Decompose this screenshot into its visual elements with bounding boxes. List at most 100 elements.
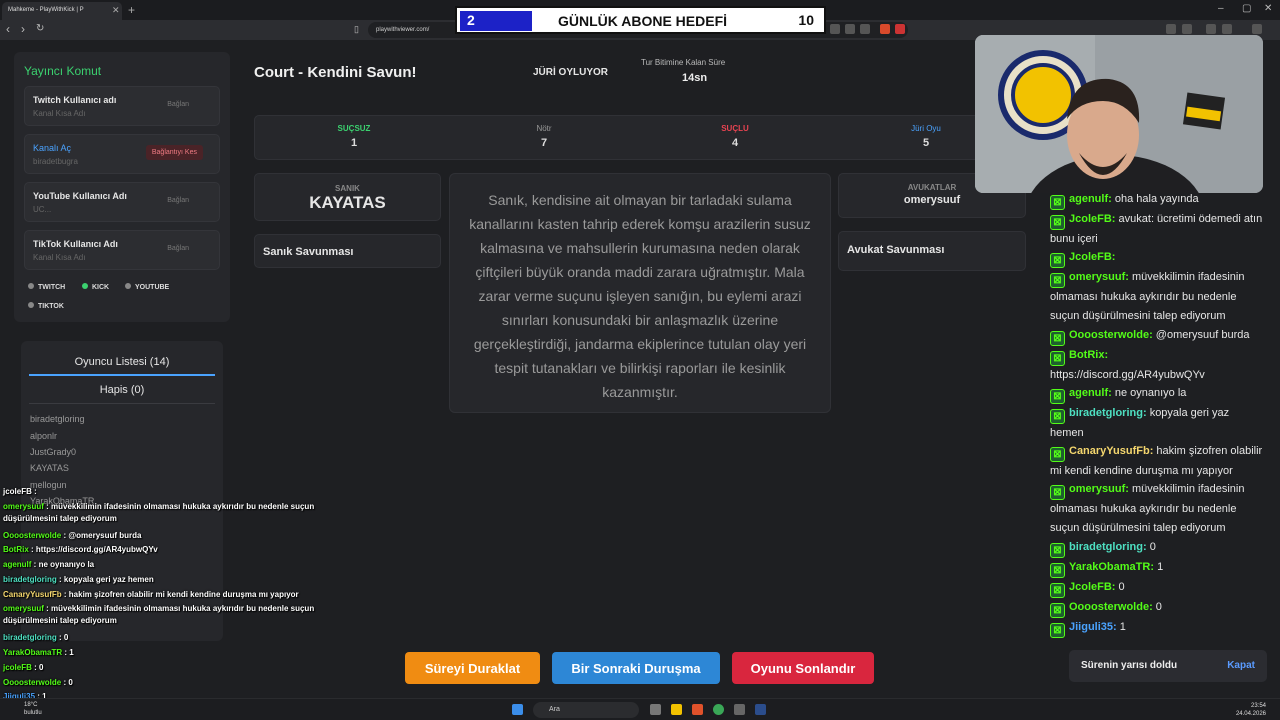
weather-desc: bulutlu xyxy=(24,710,42,716)
chat-text: 1 xyxy=(1119,621,1126,633)
overlay-chat-message: biradetgloring : 0 xyxy=(3,633,69,642)
chat-username[interactable]: omerysuuf xyxy=(1069,483,1125,495)
kick-badge-icon: ⊠ xyxy=(1050,563,1065,578)
platform-twitch: TWITCH xyxy=(28,283,65,291)
overlay-chat-text: 0 xyxy=(63,633,69,642)
player-item[interactable]: KAYATAS xyxy=(30,463,69,473)
chat-text: @omerysuuf burda xyxy=(1155,329,1250,341)
steam-icon[interactable] xyxy=(755,704,766,715)
accused-name: KAYATAS xyxy=(309,193,386,212)
next-hearing-button[interactable]: Bir Sonraki Duruşma xyxy=(552,652,720,684)
reload-icon[interactable]: ↻ xyxy=(36,23,44,34)
app-icon[interactable] xyxy=(734,704,745,715)
tiktok-channel-input[interactable]: Kanal Kısa Adı xyxy=(33,253,85,262)
chrome-icon[interactable] xyxy=(713,704,724,715)
search-icon[interactable] xyxy=(845,24,855,34)
task-view-icon[interactable] xyxy=(650,704,661,715)
page-title: Court - Kendini Savun! xyxy=(254,64,417,81)
chat-username[interactable]: Jiiguli35 xyxy=(1069,621,1113,633)
chat-username[interactable]: YarakObamaTR xyxy=(1069,561,1150,573)
chat-username[interactable]: JcoleFB xyxy=(1069,213,1112,225)
kick-channel-input[interactable]: biradetbugra xyxy=(33,157,78,166)
forward-icon[interactable]: › xyxy=(21,22,25,36)
brave-icon[interactable] xyxy=(692,704,703,715)
overlay-chat-username: BotRix xyxy=(3,545,29,554)
sidebar-icon[interactable] xyxy=(1206,24,1216,34)
tiktok-label: TikTok Kullanıcı Adı xyxy=(33,239,118,249)
toast-close-button[interactable]: Kapat xyxy=(1227,660,1255,671)
extension-icon[interactable] xyxy=(1182,24,1192,34)
lawyer-defense-card[interactable]: Avukat Savunması xyxy=(838,231,1026,271)
chat-username[interactable]: JcoleFB xyxy=(1069,581,1112,593)
youtube-channel-input[interactable]: UC... xyxy=(33,205,51,214)
chat-username[interactable]: agenulf xyxy=(1069,387,1108,399)
extension-icon[interactable] xyxy=(1166,24,1176,34)
stat-jury-votes: Jüri Oyu 5 xyxy=(911,124,941,149)
minimize-icon[interactable]: – xyxy=(1218,3,1224,14)
zoom-icon[interactable] xyxy=(830,24,840,34)
windows-start-icon[interactable] xyxy=(512,704,523,715)
taskbar-search[interactable]: Ara xyxy=(533,702,639,718)
tiktok-account: TikTok Kullanıcı Adı Kanal Kısa Adı Bağl… xyxy=(24,230,220,270)
phase-status: JÜRİ OYLUYOR xyxy=(533,67,609,78)
end-game-button[interactable]: Oyunu Sonlandır xyxy=(732,652,874,684)
chat-username[interactable]: JcoleFB xyxy=(1069,251,1112,263)
stat-innocent: SUÇSUZ 1 xyxy=(337,124,371,149)
youtube-connect-button[interactable]: Bağlan xyxy=(167,197,189,204)
maximize-icon[interactable]: ▢ xyxy=(1242,3,1251,14)
player-item[interactable]: JustGrady0 xyxy=(30,447,76,457)
weather-widget[interactable]: 18°C bulutlu xyxy=(24,701,42,717)
chat-message: ⊠ Oooosterwolde: 0 xyxy=(1050,598,1265,618)
accused-card: SANIK KAYATAS xyxy=(254,173,441,221)
brave-shield-icon[interactable] xyxy=(880,24,890,34)
chat-message: ⊠ omerysuuf: müvekkilimin ifadesinin olma… xyxy=(1050,483,1245,534)
chat-message: ⊠ Jiiguli35: 1 xyxy=(1050,618,1265,638)
tab-jail[interactable]: Hapis (0) xyxy=(21,384,223,396)
wallet-icon[interactable] xyxy=(1222,24,1232,34)
new-tab-icon[interactable]: + xyxy=(128,3,135,17)
chat-username[interactable]: biradetgloring xyxy=(1069,541,1143,553)
chat-username[interactable]: agenulf xyxy=(1069,193,1108,205)
accused-defense-card[interactable]: Sanık Savunması xyxy=(254,234,441,268)
chat-username[interactable]: biradetgloring xyxy=(1069,407,1143,419)
webcam-overlay xyxy=(975,35,1263,193)
overlay-chat-message: Oooosterwolde : @omerysuuf burda xyxy=(3,531,142,540)
chat-message: ⊠ JcoleFB: avukat: ücretimi ödemedi atın … xyxy=(1050,213,1263,245)
overlay-chat-text: 0 xyxy=(68,678,73,687)
goal-title: GÜNLÜK ABONE HEDEFİ xyxy=(557,13,728,29)
timer-value: 14sn xyxy=(682,72,708,84)
back-icon[interactable]: ‹ xyxy=(6,22,10,36)
chat-username[interactable]: BotRix xyxy=(1069,349,1104,361)
share-icon[interactable] xyxy=(860,24,870,34)
chat-username[interactable]: omerysuuf xyxy=(1069,271,1125,283)
platform-tiktok: TIKTOK xyxy=(28,302,64,310)
kick-open-channel-link[interactable]: Kanalı Aç xyxy=(33,143,71,153)
clock-date: 24.04.2026 xyxy=(1235,711,1266,717)
menu-icon[interactable] xyxy=(1252,24,1262,34)
chat-username[interactable]: CanaryYusufFb xyxy=(1069,445,1150,457)
tab-player-list[interactable]: Oyuncu Listesi (14) xyxy=(21,356,223,368)
status-dot-icon xyxy=(125,283,131,289)
chat-message: ⊠ biradetgloring: 0 xyxy=(1050,538,1265,558)
kick-disconnect-button[interactable]: Bağlantıyı Kes xyxy=(145,145,203,160)
player-item[interactable]: alponlr xyxy=(30,431,57,441)
twitch-channel-input[interactable]: Kanal Kısa Adı xyxy=(33,109,85,118)
kick-badge-icon: ⊠ xyxy=(1050,583,1065,598)
player-item[interactable]: biradetgloring xyxy=(30,414,85,424)
bookmark-icon[interactable]: ▯ xyxy=(354,24,359,35)
twitch-connect-button[interactable]: Bağlan xyxy=(167,101,189,108)
file-explorer-icon[interactable] xyxy=(671,704,682,715)
close-icon[interactable]: ✕ xyxy=(112,5,120,16)
pause-timer-button[interactable]: Süreyi Duraklat xyxy=(405,652,540,684)
browser-tab[interactable]: Mahkeme - PlayWithKick | P ✕ xyxy=(2,2,122,20)
brave-rewards-icon[interactable] xyxy=(895,24,905,34)
overlay-chat-username: Oooosterwolde xyxy=(3,678,62,687)
kick-badge-icon: ⊠ xyxy=(1050,195,1065,210)
window-close-icon[interactable]: ✕ xyxy=(1264,3,1272,14)
overlay-chat-text: kopyala geri yaz hemen xyxy=(63,575,154,584)
overlay-chat-username: jcoleFB xyxy=(3,487,32,496)
chat-username[interactable]: Oooosterwolde xyxy=(1069,329,1149,341)
clock[interactable]: 23:54 24.04.2026 xyxy=(1236,702,1266,718)
chat-username[interactable]: Oooosterwolde xyxy=(1069,601,1149,613)
tiktok-connect-button[interactable]: Bağlan xyxy=(167,245,189,252)
